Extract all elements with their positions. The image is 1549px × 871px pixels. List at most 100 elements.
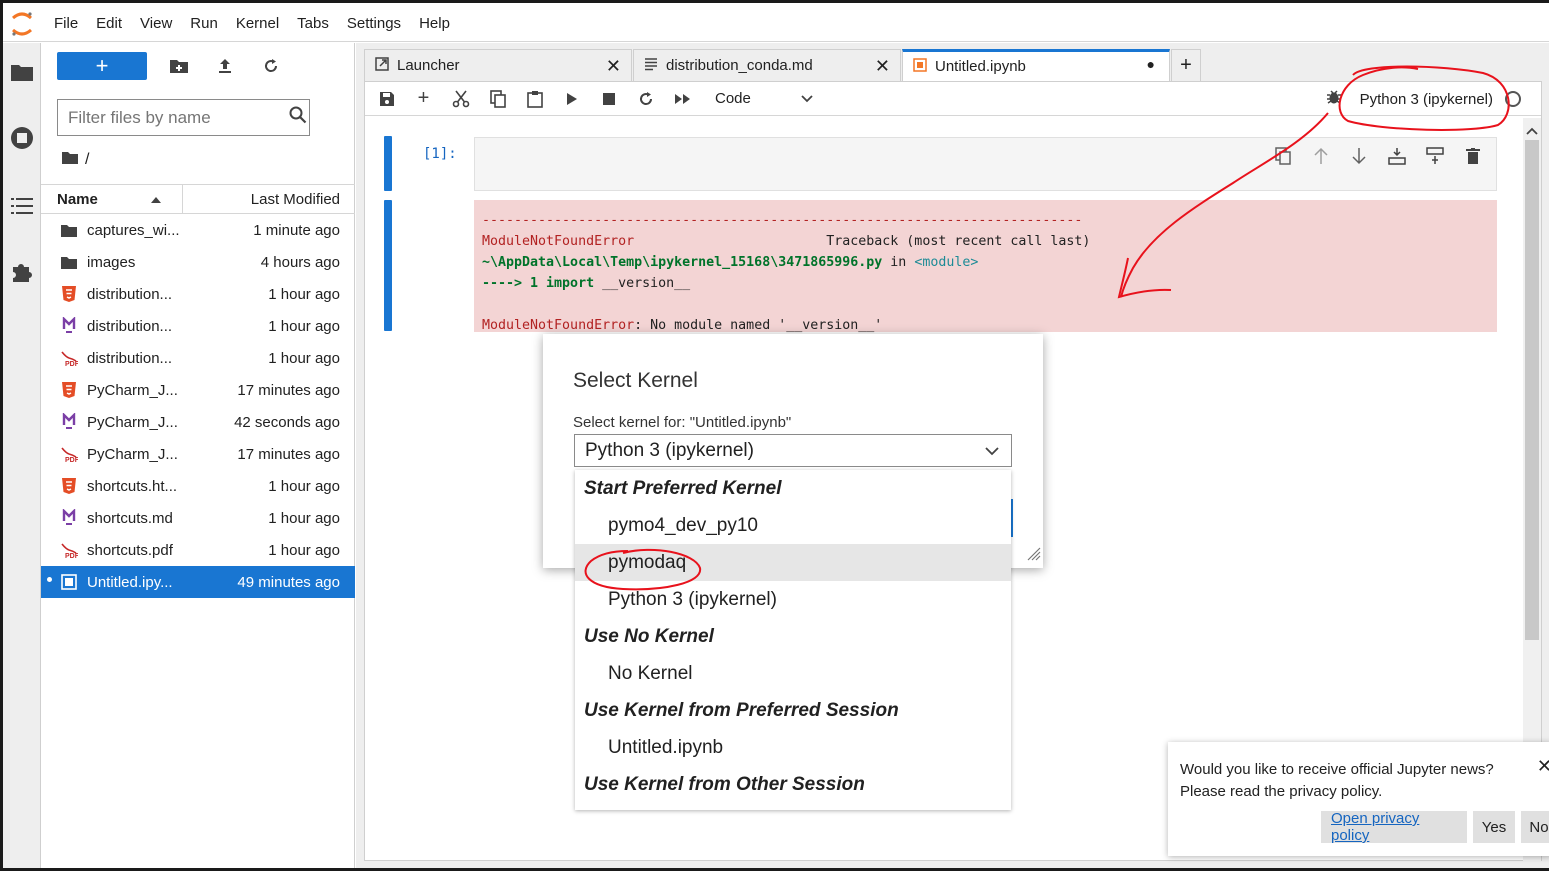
- file-name: shortcuts.pdf: [87, 541, 173, 559]
- menu-settings[interactable]: Settings: [338, 15, 410, 32]
- notebook-file-icon: [59, 572, 79, 592]
- kernel-option[interactable]: Untitled.ipynb: [575, 729, 1011, 766]
- cell-type-select[interactable]: Code: [715, 90, 813, 107]
- file-row[interactable]: PDF PyCharm_J... 17 minutes ago: [41, 438, 355, 470]
- news-notification: Would you like to receive official Jupyt…: [1168, 742, 1549, 856]
- menu-file[interactable]: File: [45, 15, 87, 32]
- insert-above-icon[interactable]: [1384, 144, 1410, 168]
- resize-handle-icon[interactable]: [1025, 545, 1041, 566]
- markdown-file-icon: [59, 508, 79, 528]
- file-row[interactable]: Untitled.ipy... 49 minutes ago: [41, 566, 355, 598]
- menu-tabs[interactable]: Tabs: [288, 15, 338, 32]
- code-cell-editor[interactable]: [474, 137, 1497, 191]
- file-filter-input[interactable]: [68, 107, 289, 128]
- file-row[interactable]: distribution... 1 hour ago: [41, 310, 355, 342]
- kernel-option-group: Start Preferred Kernel: [584, 477, 782, 499]
- refresh-icon[interactable]: [251, 52, 291, 80]
- run-icon[interactable]: [553, 84, 590, 114]
- insert-cell-icon[interactable]: +: [405, 84, 442, 114]
- close-icon[interactable]: ✕: [875, 56, 890, 77]
- modified-column-header[interactable]: Last Modified: [183, 191, 355, 208]
- tab-label: distribution_conda.md: [666, 57, 813, 74]
- name-column-header[interactable]: Name: [41, 185, 183, 213]
- paste-icon[interactable]: [516, 84, 553, 114]
- save-icon[interactable]: [368, 84, 405, 114]
- folder-icon: [59, 252, 79, 272]
- file-row[interactable]: captures_wi... 1 minute ago: [41, 214, 355, 246]
- close-icon[interactable]: ✕: [606, 56, 621, 77]
- delete-cell-icon[interactable]: [1460, 144, 1486, 168]
- cut-icon[interactable]: [442, 84, 479, 114]
- running-kernels-icon[interactable]: [9, 125, 35, 151]
- kernel-option[interactable]: Python 3 (ipykernel): [575, 581, 1011, 618]
- new-folder-icon[interactable]: [159, 52, 199, 80]
- yes-button[interactable]: Yes: [1473, 811, 1515, 843]
- insert-below-icon[interactable]: [1422, 144, 1448, 168]
- tab-distribution-conda[interactable]: distribution_conda.md ✕: [633, 49, 901, 81]
- menu-bar: File Edit View Run Kernel Tabs Settings …: [3, 6, 1549, 42]
- file-row[interactable]: distribution... 1 hour ago: [41, 278, 355, 310]
- file-row[interactable]: PDF shortcuts.pdf 1 hour ago: [41, 534, 355, 566]
- html-file-icon: [59, 476, 79, 496]
- file-row[interactable]: PyCharm_J... 17 minutes ago: [41, 374, 355, 406]
- file-row[interactable]: images 4 hours ago: [41, 246, 355, 278]
- folder-icon: [59, 220, 79, 240]
- unsaved-dot-icon[interactable]: ●: [1147, 56, 1155, 72]
- kernel-option[interactable]: pymodaq: [575, 544, 1011, 581]
- notification-actions: Open privacy policy Yes No: [1321, 810, 1549, 844]
- file-modified: 42 seconds ago: [234, 413, 340, 431]
- file-modified: 17 minutes ago: [237, 381, 340, 399]
- folder-icon[interactable]: [9, 59, 35, 85]
- copy-icon[interactable]: [479, 84, 516, 114]
- kernel-name-button[interactable]: Python 3 (ipykernel): [1360, 91, 1493, 108]
- debugger-bug-icon[interactable]: [1326, 89, 1342, 109]
- kernel-select[interactable]: Python 3 (ipykernel): [574, 434, 1012, 467]
- file-row[interactable]: shortcuts.md 1 hour ago: [41, 502, 355, 534]
- fast-forward-icon[interactable]: [664, 84, 701, 114]
- file-row[interactable]: PyCharm_J... 42 seconds ago: [41, 406, 355, 438]
- dialog-title: Select Kernel: [573, 369, 698, 392]
- tab-untitled-notebook[interactable]: Untitled.ipynb ●: [902, 49, 1170, 81]
- menu-help[interactable]: Help: [410, 15, 459, 32]
- file-filter-box: [57, 99, 310, 136]
- markdown-file-icon: [59, 412, 79, 432]
- file-row[interactable]: shortcuts.ht... 1 hour ago: [41, 470, 355, 502]
- close-icon[interactable]: ✕: [1537, 756, 1549, 777]
- folder-icon[interactable]: [61, 150, 79, 170]
- cell-type-label: Code: [715, 90, 751, 107]
- html-file-icon: [59, 380, 79, 400]
- menu-view[interactable]: View: [131, 15, 181, 32]
- file-row[interactable]: PDF distribution... 1 hour ago: [41, 342, 355, 374]
- restart-icon[interactable]: [627, 84, 664, 114]
- add-tab-button[interactable]: +: [1171, 49, 1201, 81]
- output-collapser[interactable]: [384, 200, 392, 331]
- breadcrumb: /: [61, 150, 89, 170]
- stop-icon[interactable]: [590, 84, 627, 114]
- file-modified: 1 hour ago: [268, 317, 340, 335]
- cell-collapser[interactable]: [384, 136, 392, 191]
- running-indicator-icon: [47, 577, 52, 582]
- scroll-up-icon[interactable]: [1526, 122, 1538, 140]
- kernel-option[interactable]: No Kernel: [575, 655, 1011, 692]
- duplicate-cell-icon[interactable]: [1270, 144, 1296, 168]
- move-down-icon[interactable]: [1346, 144, 1372, 168]
- breadcrumb-root[interactable]: /: [85, 151, 89, 169]
- no-button[interactable]: No: [1521, 811, 1549, 843]
- tab-launcher[interactable]: Launcher ✕: [364, 49, 632, 81]
- open-privacy-policy-button[interactable]: Open privacy policy: [1321, 810, 1467, 844]
- file-modified: 17 minutes ago: [237, 445, 340, 463]
- upload-icon[interactable]: [205, 52, 245, 80]
- file-modified: 1 hour ago: [268, 477, 340, 495]
- svg-text:PDF: PDF: [65, 457, 78, 463]
- menu-kernel[interactable]: Kernel: [227, 15, 288, 32]
- table-of-contents-icon[interactable]: [9, 193, 35, 219]
- file-name: distribution...: [87, 285, 173, 303]
- menu-edit[interactable]: Edit: [87, 15, 131, 32]
- file-name: images: [87, 253, 136, 271]
- menu-run[interactable]: Run: [181, 15, 227, 32]
- move-up-icon[interactable]: [1308, 144, 1334, 168]
- kernel-option[interactable]: pymo4_dev_py10: [575, 507, 1011, 544]
- scroll-thumb[interactable]: [1525, 140, 1539, 640]
- extension-manager-icon[interactable]: [9, 259, 35, 285]
- new-launcher-button[interactable]: +: [57, 52, 147, 80]
